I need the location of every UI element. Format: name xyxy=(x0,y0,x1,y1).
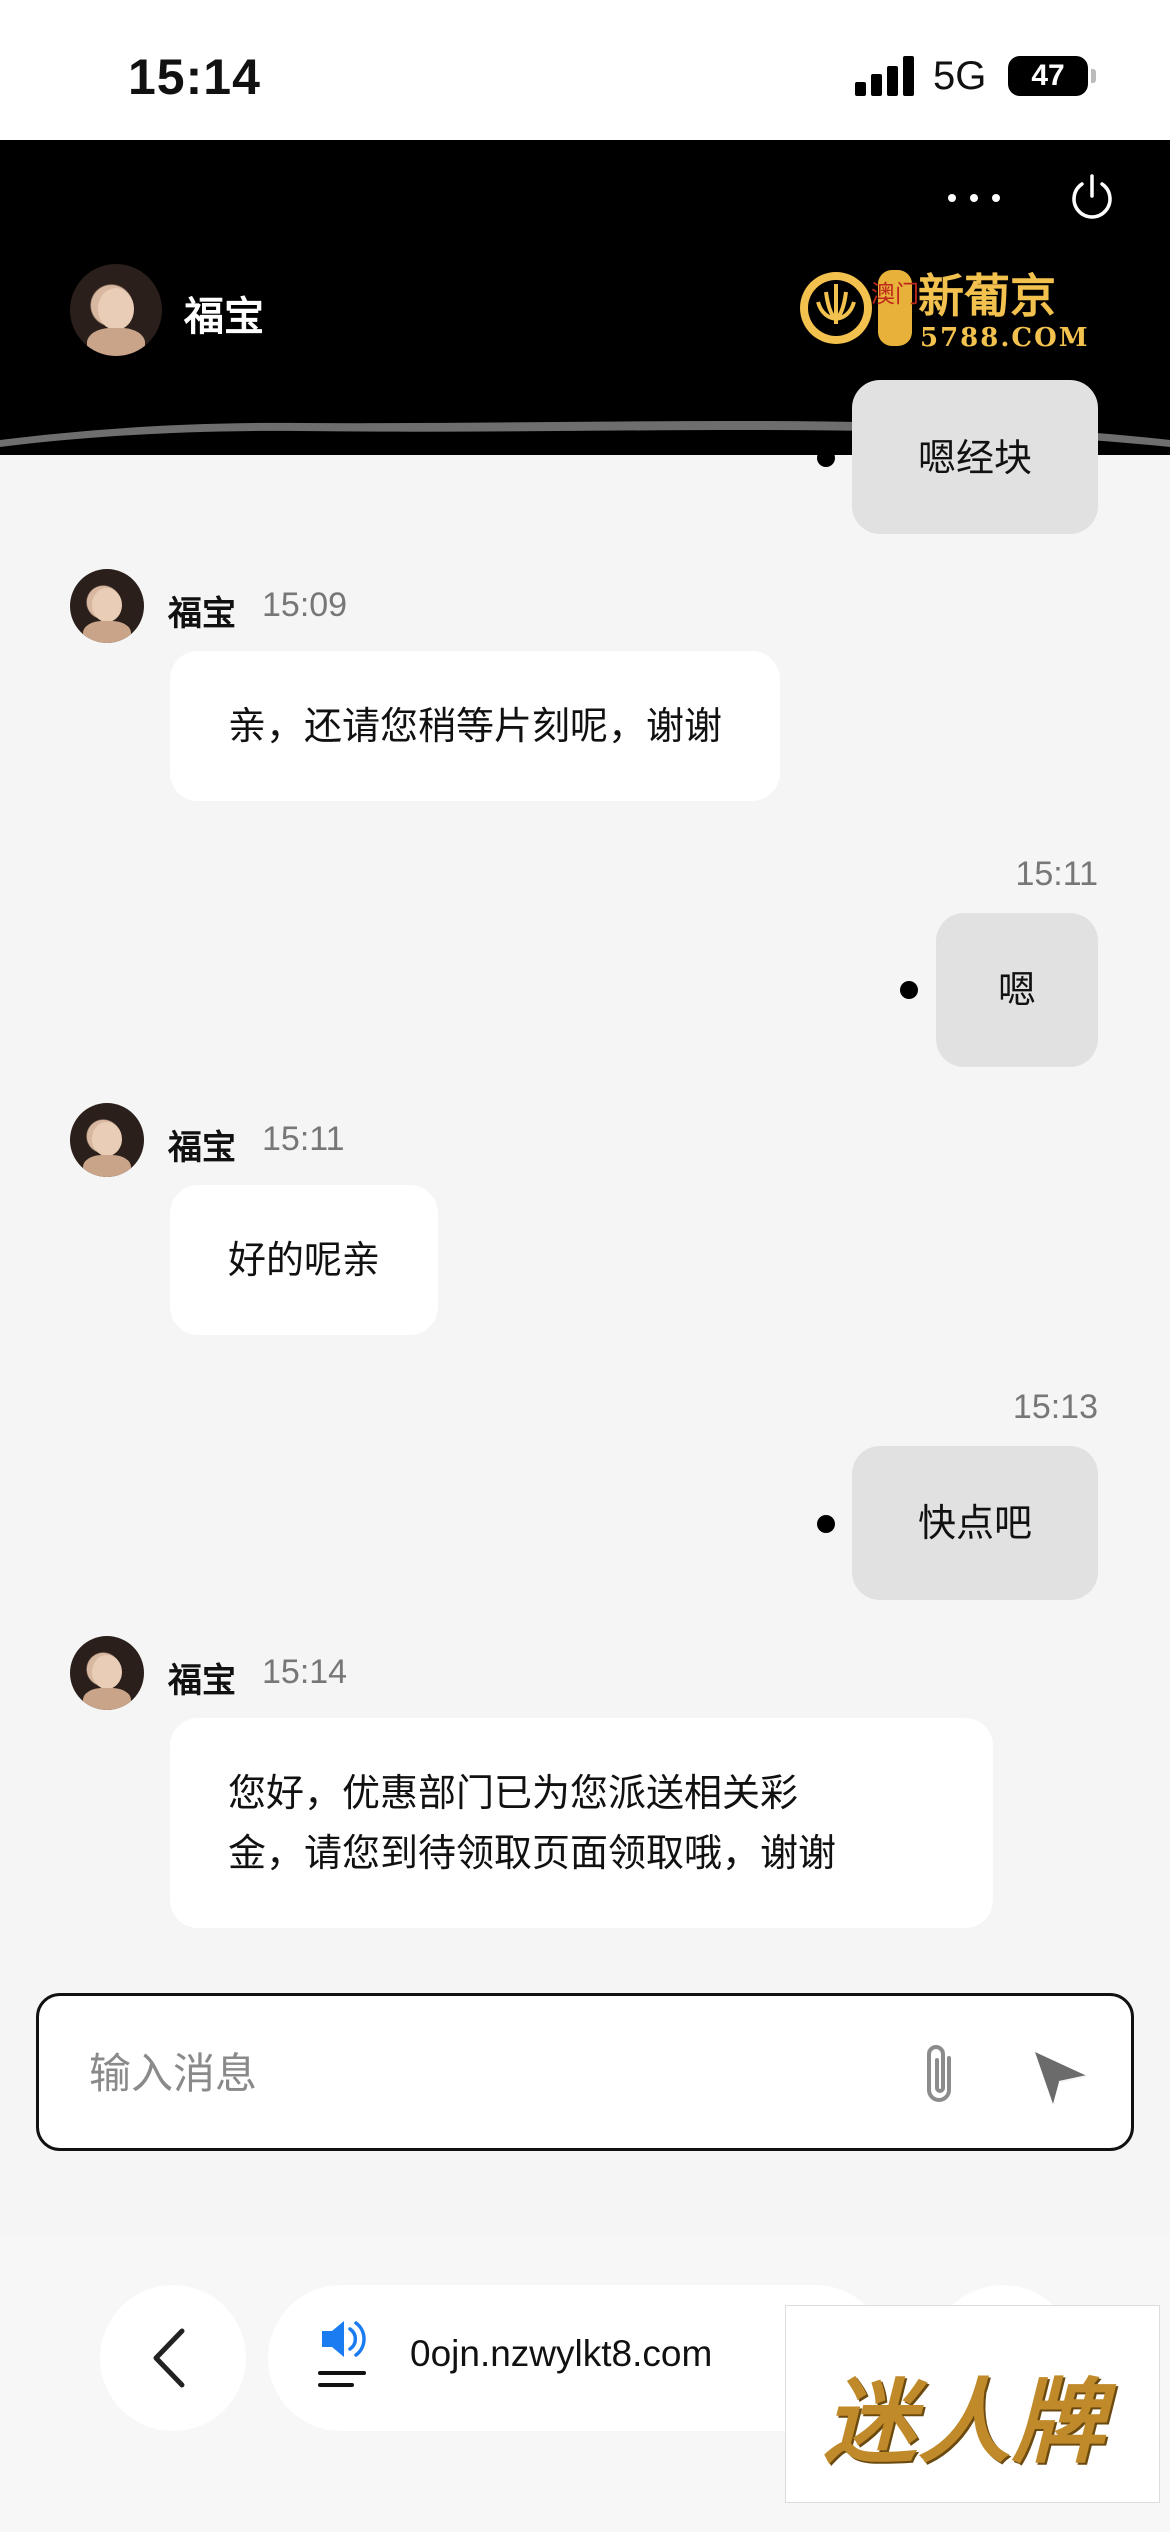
url-text: 0ojn.nzwylkt8.com xyxy=(410,2333,713,2374)
battery-icon: 47 xyxy=(1008,56,1096,96)
speaker-icon[interactable] xyxy=(316,2317,376,2397)
agent-avatar[interactable] xyxy=(70,1103,144,1177)
user-message: 嗯经块 xyxy=(852,380,1098,534)
watermark-image: 迷人牌 xyxy=(785,2305,1160,2503)
user-message: 快点吧 xyxy=(852,1446,1098,1600)
agent-avatar[interactable] xyxy=(70,569,144,643)
signal-icon xyxy=(855,56,915,96)
message-dot xyxy=(817,1515,835,1533)
message-input[interactable] xyxy=(89,2036,869,2110)
brand-url: 5788.COM xyxy=(920,323,1090,353)
battery-level: 47 xyxy=(1031,59,1065,92)
message-sender: 福宝 xyxy=(168,1661,236,1701)
send-icon[interactable] xyxy=(1029,2046,1091,2108)
network-label: 5G xyxy=(933,54,987,98)
agent-message: 好的呢亲 xyxy=(170,1185,439,1335)
watermark-text: 迷人牌 xyxy=(824,2368,1107,2476)
message-time: 15:11 xyxy=(262,1120,345,1158)
message-time: 15:09 xyxy=(262,586,348,624)
message-sender: 福宝 xyxy=(168,1128,236,1168)
svg-text:澳门: 澳门 xyxy=(871,280,919,308)
message-dot xyxy=(817,449,835,467)
message-text: 好的呢亲 xyxy=(228,1238,381,1282)
power-icon[interactable] xyxy=(1066,172,1118,224)
agent-avatar[interactable] xyxy=(70,264,162,356)
brand-logo: 澳门 新葡京 5788.COM xyxy=(800,269,1090,353)
message-composer xyxy=(36,1993,1134,2151)
message-text: 快点吧 xyxy=(917,1501,1032,1545)
message-time: 15:11 xyxy=(1015,855,1098,893)
chevron-left-icon xyxy=(153,2328,185,2388)
agent-message: 您好，优惠部门已为您派送相关彩 金，请您到待领取页面领取哦，谢谢 xyxy=(170,1718,993,1928)
message-text-line: 您好，优惠部门已为您派送相关彩 xyxy=(228,1771,799,1815)
agent-message: 亲，还请您稍等片刻呢，谢谢 xyxy=(170,651,781,801)
paperclip-icon[interactable] xyxy=(911,2040,971,2110)
message-time: 15:14 xyxy=(262,1653,348,1691)
user-message: 嗯 xyxy=(936,913,1098,1067)
message-text: 嗯经块 xyxy=(917,436,1032,480)
more-dots-icon[interactable] xyxy=(948,190,1000,206)
message-text-line: 金，请您到待领取页面领取哦，谢谢 xyxy=(228,1831,837,1875)
agent-avatar[interactable] xyxy=(70,1636,144,1710)
brand-name: 新葡京 xyxy=(918,269,1056,323)
message-text: 嗯 xyxy=(997,968,1036,1012)
status-time: 15:14 xyxy=(128,49,261,105)
message-text: 亲，还请您稍等片刻呢，谢谢 xyxy=(228,704,723,748)
status-bar: 15:14 5G 47 xyxy=(0,0,1170,140)
agent-name: 福宝 xyxy=(184,294,264,340)
message-dot xyxy=(900,981,918,999)
back-button[interactable] xyxy=(100,2285,246,2431)
message-sender: 福宝 xyxy=(168,594,236,634)
message-time: 15:13 xyxy=(1012,1388,1098,1426)
